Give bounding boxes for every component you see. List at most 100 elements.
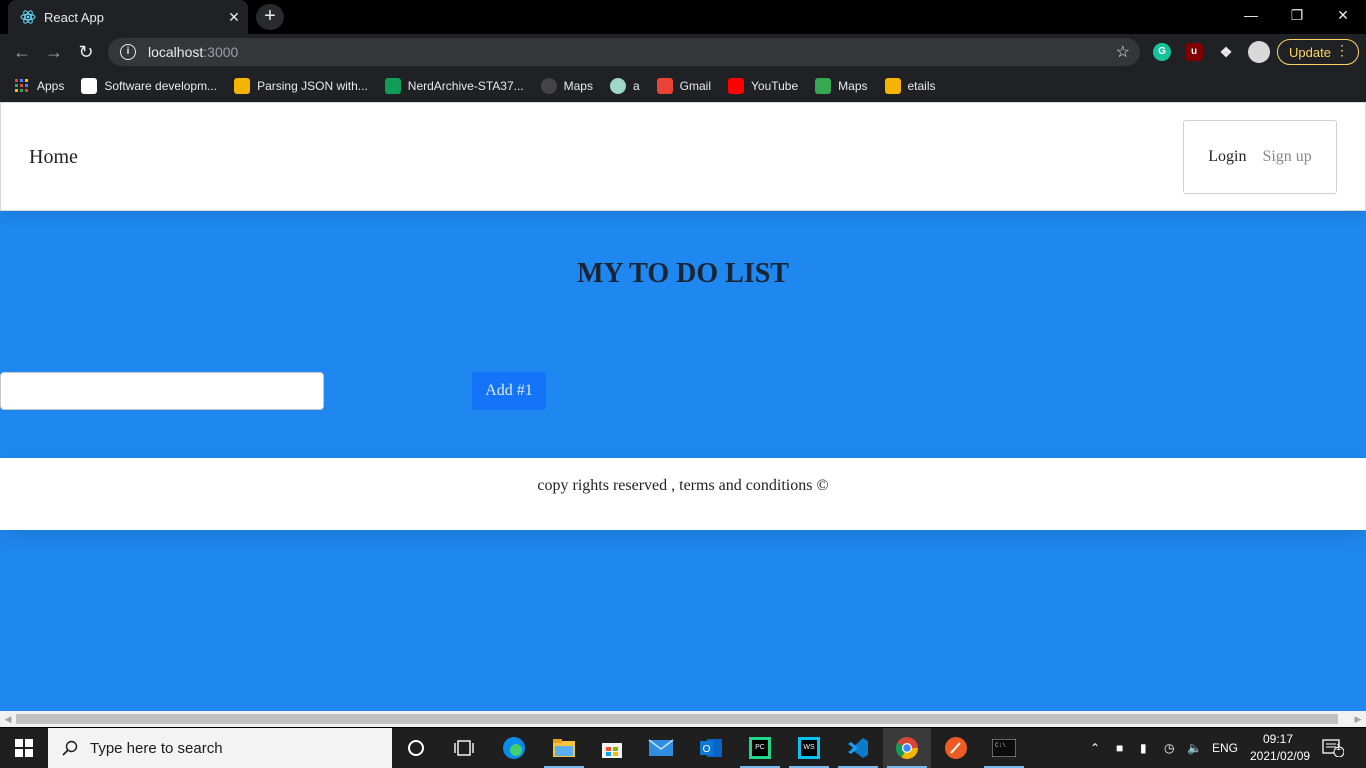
close-window-button[interactable]: ✕ [1320,0,1366,30]
start-button[interactable] [0,728,48,768]
svg-text:C:\: C:\ [995,742,1006,749]
url-port: :3000 [203,44,239,60]
bookmark-item[interactable]: a [609,78,640,94]
signup-link[interactable]: Sign up [1262,148,1311,166]
browser-tab[interactable]: React App ✕ [8,0,248,34]
webstorm-icon[interactable]: WS [785,728,833,768]
minimize-button[interactable]: — [1228,0,1274,30]
taskbar-search[interactable]: Type here to search [48,728,392,768]
clock-time: 09:17 [1262,732,1294,746]
bookmark-item[interactable]: Maps [540,78,593,94]
bookmarks-bar: Apps Software developm... Parsing JSON wit… [0,70,1366,102]
update-button[interactable]: Update ⋮ [1277,39,1359,65]
google-maps-icon [815,78,832,94]
search-placeholder: Type here to search [90,739,223,757]
login-link[interactable]: Login [1208,148,1246,166]
horizontal-scrollbar[interactable]: ◀ ▶ [0,711,1366,727]
language-indicator[interactable]: ENG [1212,728,1238,768]
bookmark-item[interactable]: Maps [815,78,868,94]
bookmark-label: Gmail [679,79,711,93]
mail-icon[interactable] [637,728,685,768]
footer-text: copy rights reserved , terms and conditi… [537,477,829,494]
notification-count: 1 [1336,742,1342,752]
battery-icon[interactable]: ▮ [1140,728,1147,768]
site-info-icon[interactable]: i [120,44,136,60]
bookmark-star-icon[interactable]: ☆ [1116,42,1130,62]
store-icon[interactable] [588,728,636,768]
file-explorer-icon[interactable] [540,728,588,768]
bookmark-item[interactable]: etails [884,78,936,94]
site-navbar: Home Login Sign up [0,102,1366,211]
forward-icon[interactable]: → [42,40,66,64]
bookmark-item[interactable]: Software developm... [81,78,217,94]
svg-text:WS: WS [803,744,815,751]
meet-now-icon[interactable]: ■ [1116,728,1123,768]
page-viewport: Home Login Sign up MY TO DO LIST Add #1 … [0,102,1366,711]
scroll-left-icon[interactable]: ◀ [0,711,16,727]
bookmark-item[interactable]: Apps [14,78,64,94]
address-bar[interactable]: i localhost:3000 ☆ [108,38,1140,66]
amazon-icon [81,78,98,94]
edge-icon[interactable] [490,728,538,768]
bookmark-item[interactable]: Parsing JSON with... [234,78,368,94]
url-text: localhost:3000 [148,44,238,60]
react-icon [20,9,36,25]
cortana-icon[interactable] [392,728,440,768]
nav-home-link[interactable]: Home [29,146,78,169]
pycharm-icon[interactable]: PC [736,728,784,768]
add-todo-button[interactable]: Add #1 [472,372,546,410]
bookmark-item[interactable]: Gmail [656,78,711,94]
scroll-right-icon[interactable]: ▶ [1350,711,1366,727]
google-drive-icon [384,78,401,94]
outlook-icon[interactable]: O [687,728,735,768]
bookmark-label: NerdArchive-STA37... [407,79,524,93]
new-tab-button[interactable]: + [256,4,284,30]
tab-close-icon[interactable]: ✕ [220,9,248,26]
scrollbar-thumb[interactable] [16,714,1338,724]
reload-icon[interactable]: ↻ [74,40,98,64]
gmail-icon [656,78,673,94]
ublock-icon[interactable]: u [1185,43,1203,61]
browser-toolbar: ← → ↻ i localhost:3000 ☆ G u ❖ Update ⋮ [0,34,1366,70]
profile-avatar-icon[interactable] [1248,41,1270,63]
page-title: MY TO DO LIST [577,258,789,289]
todo-input[interactable] [0,372,324,410]
youtube-icon [728,78,744,94]
task-view-icon[interactable] [440,728,488,768]
windows-taskbar: Type here to search O PC WS C:\ ⌃ ■ ▮ ◷ … [0,728,1366,768]
bookmark-label: Maps [563,79,593,93]
bookmark-site-icon [234,78,251,94]
notification-center-icon[interactable]: 1 [1322,728,1344,768]
auth-links: Login Sign up [1183,120,1337,194]
terminal-icon[interactable]: C:\ [980,728,1028,768]
postman-icon[interactable] [932,728,980,768]
restore-button[interactable]: ❐ [1274,0,1320,30]
taskbar-clock[interactable]: 09:17 2021/02/09 [1250,731,1311,765]
grammarly-icon[interactable]: G [1153,43,1171,61]
github-icon [540,78,557,94]
back-icon[interactable]: ← [10,40,34,64]
svg-text:PC: PC [755,744,765,751]
url-host: localhost [148,44,204,60]
update-label: Update [1289,44,1331,60]
wifi-icon[interactable]: ◷ [1164,728,1174,768]
menu-dots-icon: ⋮ [1335,42,1349,58]
show-hidden-icons[interactable]: ⌃ [1090,728,1100,768]
tab-strip: React App ✕ + — ❐ ✕ [0,0,1366,34]
clock-date: 2021/02/09 [1250,749,1311,763]
bookmark-label: YouTube [751,79,799,93]
vscode-icon[interactable] [834,728,882,768]
volume-icon[interactable]: 🔈 [1187,728,1202,768]
apps-grid-icon [14,78,30,94]
bookmark-item[interactable]: YouTube [728,78,798,94]
bookmark-label: Apps [37,79,65,93]
circle-site-icon [609,78,626,94]
bookmark-label: Parsing JSON with... [257,79,368,93]
bookmark-label: Maps [838,79,868,93]
bookmark-item[interactable]: NerdArchive-STA37... [384,78,524,94]
chrome-icon[interactable] [883,728,931,768]
extensions-puzzle-icon[interactable]: ❖ [1217,43,1235,61]
tab-title: React App [44,9,104,25]
share-site-icon [884,78,901,94]
windows-logo-icon [15,739,33,757]
